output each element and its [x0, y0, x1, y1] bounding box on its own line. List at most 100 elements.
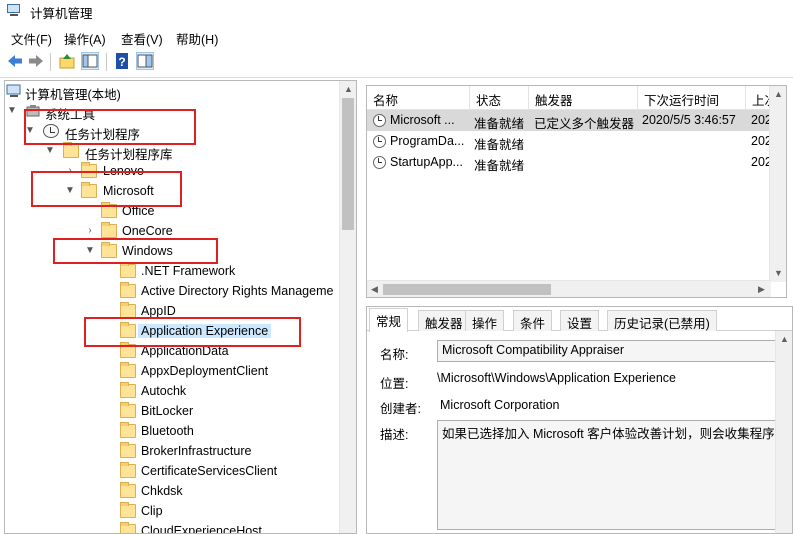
folder-icon [120, 522, 136, 533]
tree-label: OneCore [122, 224, 173, 238]
back-icon[interactable] [6, 52, 24, 70]
tree-label: CertificateServicesClient [141, 464, 278, 478]
tree-label: Microsoft [103, 184, 154, 198]
location-value: \Microsoft\Windows\Application Experienc… [437, 371, 676, 385]
menu-bar: 文件(F) 操作(A) 查看(V) 帮助(H) [0, 27, 793, 47]
tree-label: Windows [122, 244, 173, 258]
scroll-down-icon[interactable]: ▼ [774, 268, 783, 278]
task-status: 准备就绪 [474, 138, 525, 152]
tree-label: Application Experience [138, 324, 272, 338]
table-row[interactable]: ProgramDa... 准备就绪 2020/ [367, 131, 786, 152]
tree-label: Chkdsk [141, 484, 183, 498]
menu-view[interactable]: 查看(V) [121, 29, 163, 48]
detail-scrollbar[interactable]: ▲ [775, 331, 792, 533]
folder-icon [120, 422, 136, 438]
chevron-down-icon[interactable]: ▼ [25, 125, 35, 136]
author-label: 创建者: [380, 402, 421, 416]
folder-icon [120, 462, 136, 478]
column-header-name[interactable]: 名称 [367, 86, 470, 110]
folder-icon [120, 442, 136, 458]
task-status: 准备就绪 [474, 159, 525, 173]
tree-label: AppxDeploymentClient [141, 364, 269, 378]
table-row[interactable]: Microsoft ... 准备就绪 已定义多个触发器 2020/5/5 3:4… [367, 110, 786, 131]
name-label: 名称: [380, 348, 409, 362]
tree-label: 系统工具 [45, 108, 96, 122]
show-hide-tree-icon[interactable] [81, 52, 99, 70]
list-vertical-scrollbar[interactable]: ▲ ▼ [769, 86, 786, 282]
forward-icon[interactable] [27, 52, 45, 70]
folder-icon [120, 302, 136, 318]
tree-label: Clip [141, 504, 163, 518]
author-value: Microsoft Corporation [440, 398, 560, 412]
folder-icon [101, 222, 117, 238]
folder-icon [120, 362, 136, 378]
tree-label: Lenovo [103, 164, 145, 178]
menu-action[interactable]: 操作(A) [64, 29, 106, 48]
folder-icon [120, 502, 136, 518]
chevron-down-icon[interactable]: ▼ [7, 105, 17, 116]
tree-label: Office [122, 204, 155, 218]
folder-icon [120, 282, 136, 298]
title-bar: 计算机管理 [0, 0, 793, 24]
properties-icon[interactable] [136, 52, 154, 70]
up-folder-icon[interactable] [58, 52, 76, 70]
task-status: 准备就绪 [474, 117, 525, 131]
folder-icon [101, 202, 117, 218]
task-name: Microsoft ... [390, 113, 455, 127]
folder-icon [120, 382, 136, 398]
task-next-run: 2020/5/5 3:46:57 [642, 113, 736, 127]
library-icon [63, 142, 79, 158]
tab-general[interactable]: 常规 [369, 308, 409, 332]
folder-icon [120, 482, 136, 498]
computer-icon [6, 84, 22, 98]
tools-icon [25, 104, 41, 118]
task-icon [373, 135, 386, 148]
scroll-right-icon[interactable]: ▶ [758, 284, 765, 295]
tree-label: CloudExperienceHost [141, 524, 262, 534]
chevron-down-icon[interactable]: ▼ [85, 245, 95, 256]
toolbar: ? [0, 50, 793, 76]
tree-scrollbar[interactable]: ▲ [339, 81, 356, 533]
description-field[interactable]: 如果已选择加入 Microsoft 客户体验改善计划，则会收集程序 [437, 420, 777, 530]
tree-label: ApplicationData [141, 344, 229, 358]
scroll-up-icon[interactable]: ▲ [780, 334, 789, 344]
task-name: StartupApp... [390, 155, 463, 169]
task-name: ProgramDa... [390, 134, 465, 148]
chevron-down-icon[interactable]: ▼ [45, 145, 55, 156]
scroll-left-icon[interactable]: ◀ [371, 284, 378, 295]
scroll-up-icon[interactable]: ▲ [344, 84, 353, 94]
tab-history[interactable]: 历史记录(已禁用) [607, 310, 717, 331]
tree-label: AppID [141, 304, 176, 318]
tab-settings[interactable]: 设置 [560, 310, 600, 331]
column-header-trigger[interactable]: 触发器 [529, 86, 638, 110]
chevron-down-icon[interactable]: ▼ [65, 185, 75, 196]
folder-icon [120, 262, 136, 278]
scroll-thumb[interactable] [383, 284, 551, 295]
computer-management-icon [6, 4, 22, 18]
menu-help[interactable]: 帮助(H) [176, 29, 218, 48]
chevron-right-icon[interactable]: › [85, 225, 95, 236]
help-icon[interactable]: ? [113, 52, 131, 70]
tree-label: Autochk [141, 384, 187, 398]
list-horizontal-scrollbar[interactable]: ◀ ▶ [367, 280, 771, 297]
folder-icon [81, 162, 97, 178]
detail-tabs: 常规 触发器 操作 条件 设置 历史记录(已禁用) [367, 307, 792, 332]
task-trigger: 已定义多个触发器 [534, 117, 635, 131]
window-title: 计算机管理 [30, 7, 93, 21]
svg-text:?: ? [118, 55, 125, 69]
scroll-thumb[interactable] [342, 98, 354, 230]
tree-label: BitLocker [141, 404, 194, 418]
tab-conditions[interactable]: 条件 [513, 310, 553, 331]
name-field[interactable]: Microsoft Compatibility Appraiser [437, 340, 777, 362]
menu-file[interactable]: 文件(F) [11, 29, 52, 48]
column-header-next-run[interactable]: 下次运行时间 [638, 86, 746, 110]
column-header-status[interactable]: 状态 [470, 86, 529, 110]
chevron-right-icon[interactable]: › [65, 165, 75, 176]
tab-actions[interactable]: 操作 [465, 310, 505, 331]
folder-icon [120, 402, 136, 418]
table-row[interactable]: StartupApp... 准备就绪 2020/ [367, 152, 786, 173]
tab-triggers[interactable]: 触发器 [418, 310, 470, 331]
description-label: 描述: [380, 428, 409, 442]
task-icon [373, 156, 386, 169]
scroll-up-icon[interactable]: ▲ [774, 89, 783, 99]
